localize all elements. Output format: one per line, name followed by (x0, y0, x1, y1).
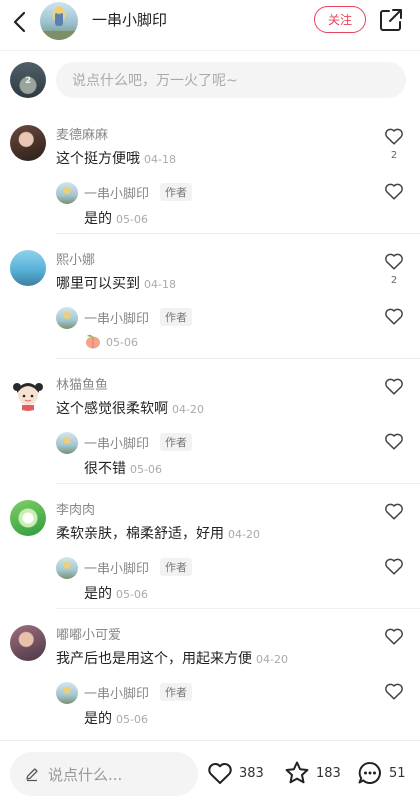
commenter-name[interactable]: 李肉肉 (56, 499, 95, 518)
reply-date: 05-06 (106, 336, 138, 349)
reply-text[interactable]: 是的 05-06 (84, 208, 148, 228)
commenter-avatar[interactable] (10, 375, 46, 411)
bottom-comment-input[interactable]: 说点什么... (10, 752, 198, 796)
share-icon (380, 9, 402, 31)
pen-icon (26, 768, 38, 782)
follow-button[interactable]: 关注 (314, 6, 366, 33)
bottom-input-placeholder: 说点什么... (48, 765, 123, 784)
commenter-avatar[interactable] (10, 625, 46, 661)
like-count: 383 (239, 765, 264, 781)
heart-icon[interactable] (383, 625, 405, 647)
author-avatar[interactable] (40, 2, 78, 40)
reply-user[interactable]: 一串小脚印 (84, 308, 149, 327)
reply-user[interactable]: 一串小脚印 (84, 433, 149, 452)
heart-icon[interactable] (383, 375, 405, 397)
reply-user[interactable]: 一串小脚印 (84, 558, 149, 577)
author-tag: 作者 (160, 433, 192, 451)
author-name[interactable]: 一串小脚印 (92, 9, 167, 30)
comment-text[interactable]: 这个挺方便哦 04-18 (56, 148, 176, 168)
comment-date: 04-20 (256, 653, 288, 666)
comment-date: 04-18 (144, 278, 176, 291)
comment-count: 51 (389, 765, 406, 781)
author-tag: 作者 (160, 308, 192, 326)
peach-emoji (86, 334, 100, 349)
reply-text[interactable]: 是的 05-06 (84, 708, 148, 728)
comment-date: 04-20 (172, 403, 204, 416)
header-divider (0, 50, 420, 51)
comment-divider (56, 233, 420, 234)
like-count: 2 (390, 275, 398, 286)
reply-text[interactable]: 很不错 05-06 (84, 458, 162, 478)
heart-icon[interactable] (383, 500, 405, 522)
back-button[interactable] (6, 8, 34, 36)
heart-icon[interactable] (383, 680, 405, 702)
comment-text[interactable]: 柔软亲肤，棉柔舒适，好用 04-20 (56, 523, 260, 543)
heart-icon[interactable] (383, 555, 405, 577)
commenter-avatar[interactable] (10, 250, 46, 286)
bottom-action-bar: 说点什么... 383 183 51 (0, 740, 420, 806)
back-icon (13, 11, 26, 33)
like-button[interactable]: 383 (206, 759, 264, 787)
heart-icon[interactable] (383, 125, 405, 147)
heart-icon[interactable] (383, 305, 405, 327)
reply-date: 05-06 (130, 463, 162, 476)
comment-divider (56, 483, 420, 484)
comment-text[interactable]: 哪里可以买到 04-18 (56, 273, 176, 293)
commenter-name[interactable]: 嘟嘟小可爱 (56, 624, 121, 643)
heart-icon[interactable] (383, 430, 405, 452)
comment-input[interactable]: 说点什么吧，万一火了呢~ (56, 62, 406, 98)
reply-user[interactable]: 一串小脚印 (84, 683, 149, 702)
comment-divider (56, 608, 420, 609)
comment-bubble-icon (358, 761, 381, 784)
commenter-name[interactable]: 麦德麻麻 (56, 124, 108, 143)
reply-date: 05-06 (116, 713, 148, 726)
reply-user[interactable]: 一串小脚印 (84, 183, 149, 202)
reply-avatar[interactable] (56, 682, 78, 704)
author-tag: 作者 (160, 683, 192, 701)
reply-date: 05-06 (116, 213, 148, 226)
commenter-avatar[interactable] (10, 125, 46, 161)
heart-icon[interactable] (383, 250, 405, 272)
reply-text[interactable]: 05-06 (84, 333, 138, 350)
collect-count: 183 (316, 765, 341, 781)
header: 一串小脚印 关注 (0, 0, 420, 48)
commenter-name[interactable]: 林猫鱼鱼 (56, 374, 108, 393)
reply-avatar[interactable] (56, 182, 78, 204)
author-tag: 作者 (160, 558, 192, 576)
my-avatar (10, 62, 46, 98)
star-icon (285, 761, 309, 784)
comment-date: 04-18 (144, 153, 176, 166)
heart-icon (208, 762, 232, 784)
comment-divider (56, 358, 420, 359)
comment-date: 04-20 (228, 528, 260, 541)
reply-avatar[interactable] (56, 307, 78, 329)
reply-text[interactable]: 是的 05-06 (84, 583, 148, 603)
commenter-name[interactable]: 熙小娜 (56, 249, 95, 268)
comment-text[interactable]: 这个感觉很柔软啊 04-20 (56, 398, 204, 418)
comment-button[interactable]: 51 (356, 759, 406, 787)
like-count: 2 (390, 150, 398, 161)
comment-text[interactable]: 我产后也是用这个，用起来方便 04-20 (56, 648, 288, 668)
heart-icon[interactable] (383, 180, 405, 202)
reply-avatar[interactable] (56, 432, 78, 454)
commenter-avatar[interactable] (10, 500, 46, 536)
author-tag: 作者 (160, 183, 192, 201)
share-button[interactable] (378, 7, 404, 33)
reply-date: 05-06 (116, 588, 148, 601)
comment-compose-row: 说点什么吧，万一火了呢~ (0, 55, 420, 105)
reply-avatar[interactable] (56, 557, 78, 579)
collect-button[interactable]: 183 (283, 759, 341, 787)
